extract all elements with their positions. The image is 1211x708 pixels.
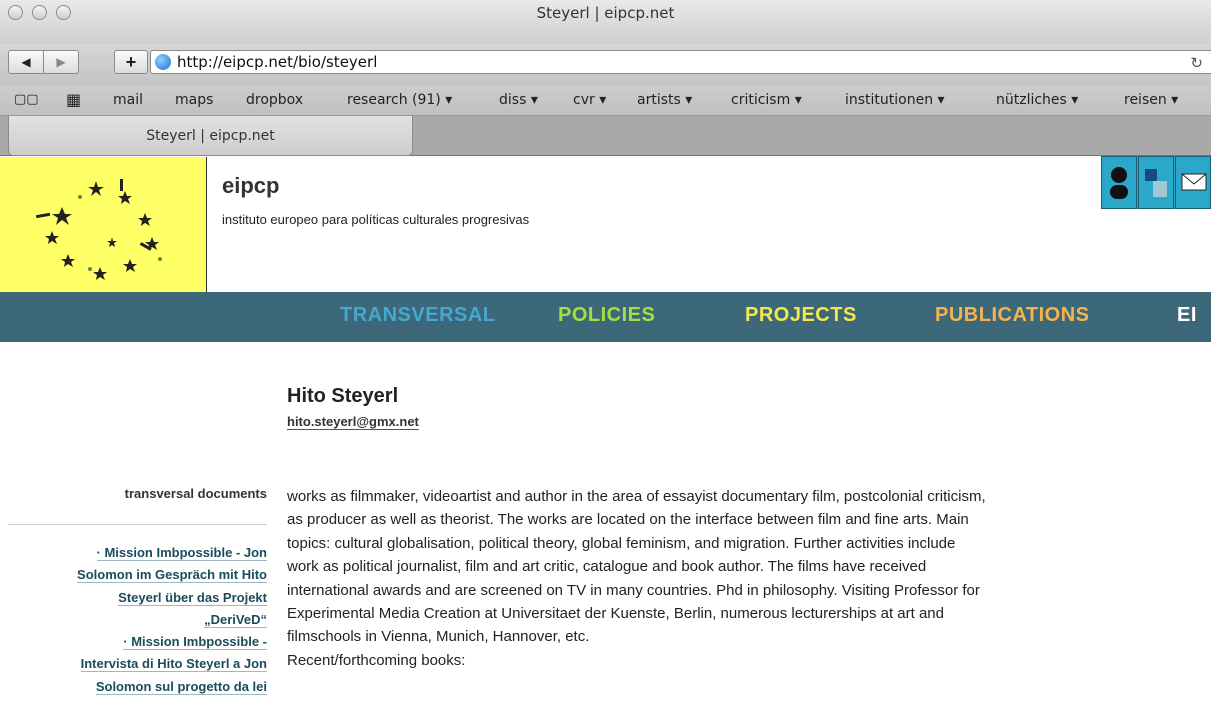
nav-eipcp[interactable]: EI	[1177, 304, 1197, 327]
bookmark-criticism[interactable]: criticism ▾	[731, 92, 802, 108]
sidebar-link-line[interactable]: · Mission Imbpossible -	[8, 631, 267, 653]
sidebar-divider	[8, 524, 267, 525]
add-bookmark-button[interactable]: +	[114, 50, 148, 74]
bookmark-research[interactable]: research (91) ▾	[347, 92, 452, 108]
bookmark-cvr[interactable]: cvr ▾	[573, 92, 606, 108]
star-ring-logo-icon	[35, 179, 162, 280]
tab-bar: Steyerl | eipcp.net	[0, 116, 1211, 156]
bookmark-institutionen[interactable]: institutionen ▾	[845, 92, 945, 108]
globe-icon	[155, 54, 171, 70]
person-name: Hito Steyerl	[287, 385, 399, 407]
bookmarks-bar: ▢▢ ▦ mail maps dropbox research (91) ▾ d…	[0, 86, 1211, 116]
sidebar-link-line[interactable]: · Mission Imbpossible - Jon	[8, 542, 267, 564]
bookmark-diss[interactable]: diss ▾	[499, 92, 538, 108]
bookmark-nuetzliches[interactable]: nützliches ▾	[996, 92, 1078, 108]
bio-line: work as political journalist, film and a…	[287, 558, 927, 576]
window-title: Steyerl | eipcp.net	[536, 4, 675, 22]
bookmark-mail[interactable]: mail	[113, 92, 143, 108]
bookmark-dropbox[interactable]: dropbox	[246, 92, 303, 108]
bio-line: topics: cultural globalisation, politica…	[287, 534, 956, 552]
back-button[interactable]: ◀	[8, 50, 44, 74]
bookmark-artists[interactable]: artists ▾	[637, 92, 692, 108]
site-tool-icons	[1101, 156, 1211, 209]
nav-publications[interactable]: PUBLICATIONS	[935, 304, 1090, 327]
bio-line: international awards and are screened on…	[287, 581, 980, 599]
reload-icon[interactable]: ↻	[1190, 54, 1203, 72]
person-icon[interactable]	[1101, 156, 1137, 209]
nav-transversal[interactable]: TRANSVERSAL	[340, 304, 496, 327]
mail-icon[interactable]	[1175, 156, 1211, 209]
site-name[interactable]: eipcp	[222, 173, 279, 199]
nav-projects[interactable]: PROJECTS	[745, 304, 857, 327]
bookmark-maps[interactable]: maps	[175, 92, 213, 108]
bio-line: Experimental Media Creation at Universit…	[287, 605, 944, 623]
plus-icon: +	[125, 51, 137, 72]
forward-button[interactable]: ▶	[43, 50, 79, 74]
back-arrow-icon: ◀	[21, 55, 31, 69]
bio-line: as producer as well as theorist. The wor…	[287, 511, 969, 529]
forward-arrow-icon: ▶	[56, 55, 66, 69]
tab-label: Steyerl | eipcp.net	[146, 127, 275, 144]
reading-list-icon[interactable]: ▢▢	[14, 92, 39, 107]
sidebar-heading: transversal documents	[124, 486, 267, 501]
sidebar-link-line[interactable]: Solomon im Gespräch mit Hito	[8, 564, 267, 586]
sidebar-link-line[interactable]: Solomon sul progetto da lei	[8, 676, 267, 698]
bookmark-reisen[interactable]: reisen ▾	[1124, 92, 1178, 108]
site-nav: TRANSVERSAL POLICIES PROJECTS PUBLICATIO…	[0, 292, 1211, 342]
person-email-link[interactable]: hito.steyerl@gmx.net	[287, 414, 419, 430]
cube-icon[interactable]	[1138, 156, 1174, 209]
eipcp-logo[interactable]	[0, 157, 207, 292]
sidebar-link-line[interactable]: „DeriVeD“	[8, 609, 267, 631]
top-sites-icon[interactable]: ▦	[66, 90, 81, 109]
url-text[interactable]: http://eipcp.net/bio/steyerl	[177, 53, 377, 71]
bio-line: filmschools in Vienna, Munich, Hannover,…	[287, 628, 590, 646]
address-bar[interactable]: http://eipcp.net/bio/steyerl ↻	[150, 50, 1211, 74]
sidebar-link-line[interactable]: Intervista di Hito Steyerl a Jon	[8, 653, 267, 675]
bio-text: works as filmmaker, videoartist and auth…	[287, 485, 1211, 672]
browser-toolbar: ◀ ▶ + http://eipcp.net/bio/steyerl ↻	[0, 44, 1211, 86]
bio-line: Recent/forthcoming books:	[287, 651, 466, 669]
bio-line: works as filmmaker, videoartist and auth…	[287, 488, 986, 505]
sidebar-link-line[interactable]: Steyerl über das Projekt	[8, 587, 267, 609]
tab-steyerl[interactable]: Steyerl | eipcp.net	[8, 116, 413, 156]
window-titlebar: Steyerl | eipcp.net	[0, 0, 1211, 44]
site-tagline: instituto europeo para políticas cultura…	[222, 212, 530, 227]
nav-policies[interactable]: POLICIES	[558, 304, 655, 327]
sidebar-links: · Mission Imbpossible - Jon Solomon im G…	[8, 542, 267, 698]
